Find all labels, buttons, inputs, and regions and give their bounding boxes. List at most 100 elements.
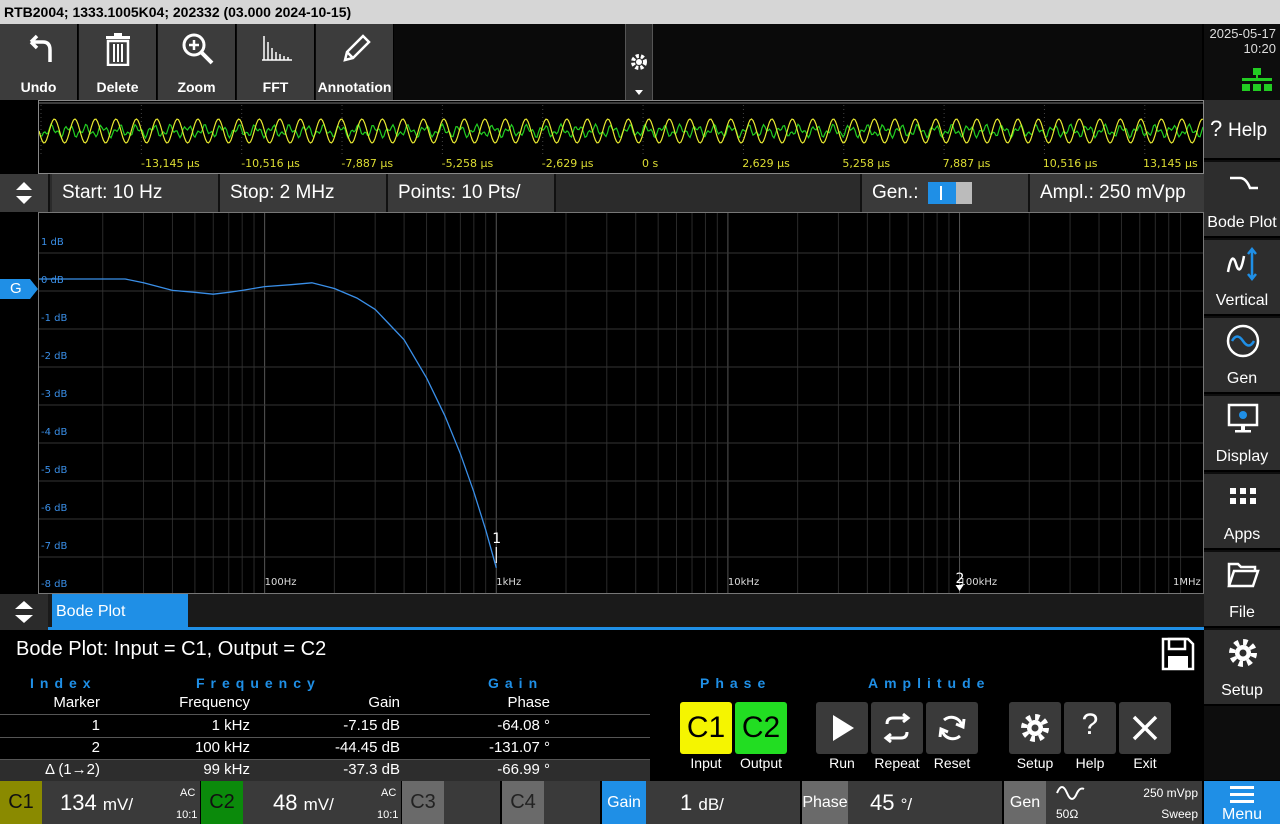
gain-badge: Gain <box>602 781 646 824</box>
menu-label: Menu <box>1221 806 1263 823</box>
table-cell-phase: -66.99 ° <box>497 761 550 778</box>
generator-status[interactable]: Gen 50Ω 250 mVpp Sweep <box>1004 781 1202 824</box>
input-channel-button[interactable]: C1 <box>680 702 732 754</box>
fft-button[interactable]: FFT <box>237 24 315 100</box>
gain-scale: 1 dB/ <box>680 790 724 815</box>
toolbar-settings-button[interactable] <box>625 24 653 100</box>
up-down-arrows-icon <box>15 601 33 623</box>
table-divider <box>0 714 650 715</box>
help-icon: ? <box>1210 116 1223 141</box>
sidebar-item-apps[interactable]: Apps <box>1204 474 1280 550</box>
delete-label: Delete <box>96 79 139 95</box>
title-bar: RTB2004; 1333.1005K04; 202332 (03.000 20… <box>0 0 1280 24</box>
phase-scale-status[interactable]: Phase 45 °/ <box>802 781 1002 824</box>
header-phase-section: Phase <box>700 675 772 691</box>
c1-probe-ratio: 10:1 <box>176 809 198 821</box>
overview-time-label: -5,258 µs <box>442 157 494 170</box>
run-button[interactable] <box>816 702 868 754</box>
sidebar-item-help[interactable]: ? Help <box>1204 100 1280 160</box>
overview-time-label: -10,516 µs <box>241 157 300 170</box>
phase-scale: 45 °/ <box>870 790 913 815</box>
output-label: Output <box>739 755 783 771</box>
col-gain: Gain <box>368 694 400 711</box>
zoom-button[interactable]: Zoom <box>158 24 236 100</box>
channel-c2-status[interactable]: C2 48 mV/ AC 10:1 <box>201 781 401 824</box>
gen-impedance: 50Ω <box>1056 807 1079 821</box>
sidebar-file-label: File <box>1229 604 1255 621</box>
stop-frequency-field[interactable]: Stop: 2 MHz <box>220 174 388 212</box>
network-icon <box>1242 68 1272 91</box>
y-tick-label: -4 dB <box>41 427 67 438</box>
bode-plot-area[interactable]: 1 dB 0 dB -1 dB -2 dB -3 dB -4 dB -5 dB -6 dB -7… <box>33 212 1204 596</box>
gain-scale-status[interactable]: Gain 1 dB/ <box>602 781 800 824</box>
save-button[interactable] <box>1160 636 1196 672</box>
repeat-icon <box>883 712 911 744</box>
reset-label: Reset <box>933 755 971 771</box>
pencil-icon <box>343 34 371 62</box>
y-tick-label: -5 dB <box>41 465 67 476</box>
fft-icon <box>262 36 292 61</box>
start-frequency-field[interactable]: Start: 10 Hz <box>52 174 220 212</box>
overview-time-label: -2,629 µs <box>542 157 594 170</box>
undo-button[interactable]: Undo <box>0 24 78 100</box>
overview-time-label: -13,145 µs <box>141 157 200 170</box>
overview-input-trace <box>38 118 1204 144</box>
exit-button[interactable] <box>1119 702 1171 754</box>
marker-label: 1 <box>492 531 501 547</box>
channel-c4-status[interactable]: C4 <box>502 781 600 824</box>
clock: 2025-05-17 10:20 <box>1204 24 1280 100</box>
tab-bode-plot[interactable]: Bode Plot <box>52 594 188 630</box>
sidebar-item-vertical[interactable]: Vertical <box>1204 240 1280 316</box>
y-tick-label: -2 dB <box>41 351 67 362</box>
waveform-overview[interactable]: -13,145 µs -10,516 µs -7,887 µs -5,258 µs -2… <box>38 100 1204 174</box>
gen-toggle-label: Gen.: <box>872 182 919 203</box>
c2-coupling: AC <box>381 787 397 799</box>
sidebar-setup-label: Setup <box>1221 682 1263 699</box>
points-field[interactable]: Points: 10 Pts/ <box>388 174 556 212</box>
gain-marker-label: G <box>10 280 22 297</box>
generator-icon <box>1226 324 1260 358</box>
param-scroll-button[interactable] <box>0 174 50 212</box>
menu-button[interactable]: Menu <box>1204 781 1280 824</box>
channel-c1-status[interactable]: C1 134 mV/ AC 10:1 <box>0 781 200 824</box>
overview-time-label: 0 s <box>642 157 658 170</box>
table-cell-marker: 1 <box>91 717 100 734</box>
output-channel-button[interactable]: C2 <box>735 702 787 754</box>
sidebar-item-bode-plot[interactable]: Bode Plot <box>1204 162 1280 238</box>
table-cell-marker: Δ (1→2) <box>44 761 100 778</box>
gain-reference-marker[interactable]: G <box>0 279 38 299</box>
y-tick-label: -3 dB <box>41 389 67 400</box>
repeat-button[interactable] <box>871 702 923 754</box>
annotation-button[interactable]: Annotation <box>316 24 394 100</box>
overview-time-label: 7,887 µs <box>943 157 991 170</box>
sidebar-item-gen[interactable]: Gen <box>1204 318 1280 394</box>
results-title: Bode Plot: Input = C1, Output = C2 <box>16 638 327 660</box>
c2-probe-ratio: 10:1 <box>377 809 399 821</box>
generator-toggle-field[interactable]: Gen.: <box>862 174 1030 212</box>
amplitude-field[interactable]: Ampl.: 250 mVpp <box>1030 174 1204 212</box>
param-spacer <box>556 174 862 212</box>
toolbar: Undo Delete Zoom FFT Annotation <box>0 24 1202 100</box>
y-tick-label: -8 dB <box>41 579 67 590</box>
exit-label: Exit <box>1133 755 1157 771</box>
table-cell-gain: -37.3 dB <box>343 761 400 778</box>
bode-help-button[interactable]: ? <box>1064 702 1116 754</box>
table-cell-gain: -7.15 dB <box>343 717 400 734</box>
table-cell-phase: -64.08 ° <box>497 717 550 734</box>
header-index: Index <box>30 675 97 691</box>
bode-icon <box>1230 176 1258 190</box>
gen-toggle-switch[interactable] <box>928 182 972 204</box>
c2-scale: 48 mV/ <box>273 790 334 815</box>
sidebar-item-file[interactable]: File <box>1204 552 1280 628</box>
col-phase: Phase <box>507 694 550 711</box>
c3-badge: C3 <box>402 781 444 824</box>
channel-c3-status[interactable]: C3 <box>402 781 500 824</box>
overview-time-label: 5,258 µs <box>842 157 890 170</box>
bode-setup-button[interactable] <box>1009 702 1061 754</box>
delete-button[interactable]: Delete <box>79 24 157 100</box>
sidebar-item-setup[interactable]: Setup <box>1204 630 1280 706</box>
display-icon <box>1227 403 1259 433</box>
reset-button[interactable] <box>926 702 978 754</box>
tab-scroll-button[interactable] <box>0 594 48 630</box>
sidebar-item-display[interactable]: Display <box>1204 396 1280 472</box>
